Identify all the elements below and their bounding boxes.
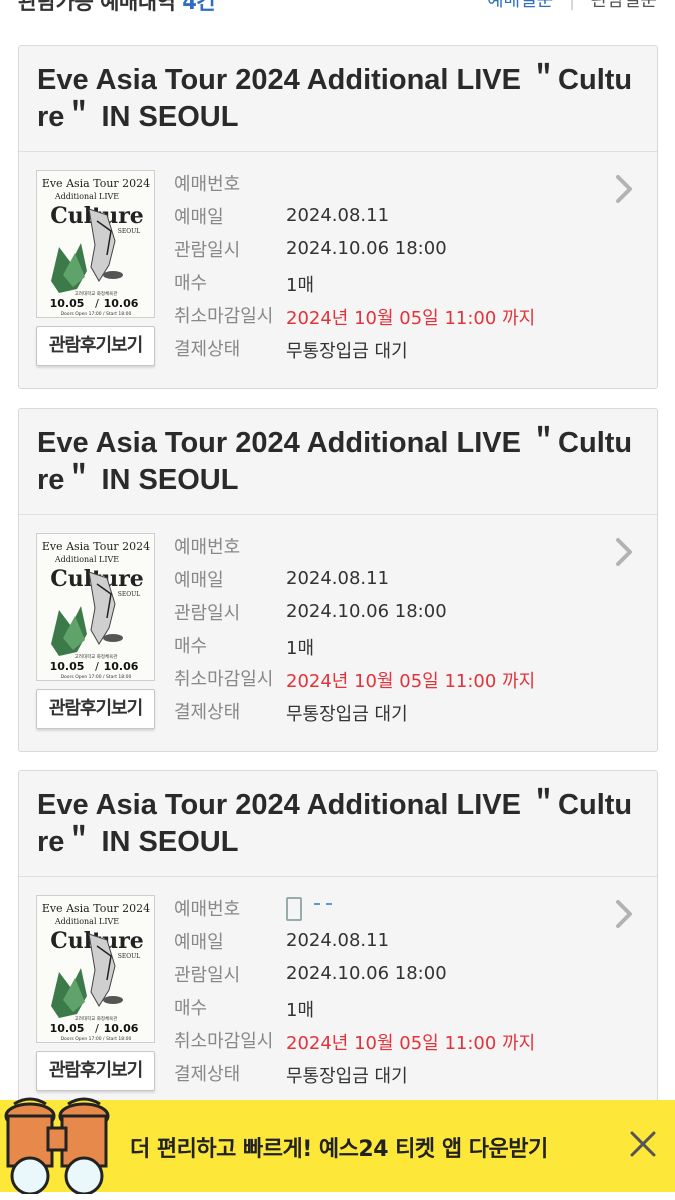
chevron-right-icon[interactable] [613, 899, 635, 929]
ticket-card-header: Eve Asia Tour 2024 Additional LIVE ＂Cult… [19, 409, 657, 515]
view-datetime-value: 2024.10.06 18:00 [286, 238, 447, 259]
poster-venue: 고려대학교 화정체육관 [75, 290, 118, 297]
poster-line1: Eve Asia Tour 2024 [42, 177, 150, 190]
payment-status-value: 무통장입금 대기 [286, 341, 408, 362]
sort-by-booking-date-link[interactable]: 예매일순 [487, 0, 553, 11]
redaction-mark [314, 903, 320, 905]
app-download-banner[interactable]: 더 편리하고 빠르게! 예스24 티켓 앱 다운받기 [0, 1097, 675, 1194]
redaction-mark [326, 903, 332, 905]
poster-doors: Doors Open 17:00 / Start 18:00 [61, 311, 132, 317]
ticket-card[interactable]: Eve Asia Tour 2024 Additional LIVE ＂Cult… [18, 408, 658, 752]
binoculars-icon [4, 1097, 110, 1194]
poster-line1: Eve Asia Tour 2024 [42, 540, 150, 553]
cancel-deadline-label: 취소마감일시 [174, 1031, 274, 1052]
close-icon[interactable] [627, 1128, 659, 1160]
page-title: 관람가능 예매내역 4건 [18, 0, 216, 16]
booking-date-label: 예매일 [174, 207, 224, 228]
quantity-label: 매수 [174, 273, 208, 294]
booking-no-label: 예매번호 [174, 174, 241, 195]
review-button[interactable]: 관람후기보기 [36, 326, 155, 366]
booking-date-value: 2024.08.11 [286, 568, 390, 589]
booking-date-value: 2024.08.11 [286, 205, 390, 226]
poster-date-2: 10.06 [104, 1022, 139, 1035]
payment-status-label: 결제상태 [174, 702, 241, 723]
quantity-value: 1매 [286, 638, 315, 659]
cancel-deadline-value: 2024년 10월 05일 11:00 까지 [286, 1033, 536, 1054]
poster-line2: Additional LIVE [54, 917, 119, 926]
poster-line4: SEOUL [118, 953, 140, 960]
ticket-card-body: Eve Asia Tour 2024 Additional LIVE Cultu… [19, 515, 657, 751]
booking-count: 4건 [182, 0, 216, 14]
poster-line4: SEOUL [118, 591, 140, 598]
booking-no-label: 예매번호 [174, 899, 241, 920]
chevron-right-icon[interactable] [613, 174, 635, 204]
cancel-deadline-label: 취소마감일시 [174, 306, 274, 327]
poster-venue: 고려대학교 화정체육관 [75, 653, 118, 660]
poster-line1: Eve Asia Tour 2024 [42, 902, 150, 915]
payment-status-label: 결제상태 [174, 1064, 241, 1085]
booking-date-value: 2024.08.11 [286, 930, 390, 951]
svg-text:/: / [95, 660, 99, 673]
svg-text:/: / [95, 297, 99, 310]
payment-status-value: 무통장입금 대기 [286, 704, 408, 725]
view-datetime-label: 관람일시 [174, 240, 241, 261]
view-datetime-value: 2024.10.06 18:00 [286, 601, 447, 622]
event-poster[interactable]: Eve Asia Tour 2024 Additional LIVE Cultu… [36, 533, 155, 681]
quantity-value: 1매 [286, 1000, 315, 1021]
ticket-title[interactable]: Eve Asia Tour 2024 Additional LIVE ＂Cult… [37, 425, 639, 499]
ticket-card-body: Eve Asia Tour 2024 Additional LIVE Cultu… [19, 152, 657, 388]
sort-links: 예매일순 | 관람일순 [487, 0, 657, 12]
ticket-title[interactable]: Eve Asia Tour 2024 Additional LIVE ＂Cult… [37, 62, 639, 136]
review-button[interactable]: 관람후기보기 [36, 1051, 155, 1091]
event-poster[interactable]: Eve Asia Tour 2024 Additional LIVE Cultu… [36, 170, 155, 318]
poster-date-1: 10.05 [50, 297, 85, 310]
ticket-card[interactable]: Eve Asia Tour 2024 Additional LIVE ＂Cult… [18, 770, 658, 1114]
poster-doors: Doors Open 17:00 / Start 18:00 [61, 674, 132, 680]
ticket-title[interactable]: Eve Asia Tour 2024 Additional LIVE ＂Cult… [37, 787, 639, 861]
ticket-card-body: Eve Asia Tour 2024 Additional LIVE Cultu… [19, 877, 657, 1113]
poster-line2: Additional LIVE [54, 555, 119, 564]
list-header: 관람가능 예매내역 4건 예매일순 | 관람일순 [0, 0, 675, 20]
chevron-right-icon[interactable] [613, 537, 635, 567]
booking-date-label: 예매일 [174, 932, 224, 953]
quantity-label: 매수 [174, 998, 208, 1019]
svg-text:/: / [95, 1022, 99, 1035]
ticket-card-header: Eve Asia Tour 2024 Additional LIVE ＂Cult… [19, 771, 657, 877]
ticket-card[interactable]: Eve Asia Tour 2024 Additional LIVE ＂Cult… [18, 45, 658, 389]
booking-date-label: 예매일 [174, 570, 224, 591]
poster-date-1: 10.05 [50, 1022, 85, 1035]
view-datetime-label: 관람일시 [174, 965, 241, 986]
poster-line4: SEOUL [118, 228, 140, 235]
cancel-deadline-value: 2024년 10월 05일 11:00 까지 [286, 308, 536, 329]
poster-doors: Doors Open 17:00 / Start 18:00 [61, 1036, 132, 1042]
banner-text[interactable]: 더 편리하고 빠르게! 예스24 티켓 앱 다운받기 [130, 1131, 548, 1163]
sort-divider: | [568, 0, 576, 11]
payment-status-label: 결제상태 [174, 339, 241, 360]
poster-line2: Additional LIVE [54, 192, 119, 201]
poster-venue: 고려대학교 화정체육관 [75, 1015, 118, 1022]
review-button[interactable]: 관람후기보기 [36, 689, 155, 729]
poster-date-1: 10.05 [50, 660, 85, 673]
quantity-value: 1매 [286, 275, 315, 296]
view-datetime-value: 2024.10.06 18:00 [286, 963, 447, 984]
page-title-text: 관람가능 예매내역 [18, 0, 176, 14]
cancel-deadline-value: 2024년 10월 05일 11:00 까지 [286, 671, 536, 692]
payment-status-value: 무통장입금 대기 [286, 1066, 408, 1087]
poster-date-2: 10.06 [104, 297, 139, 310]
event-poster[interactable]: Eve Asia Tour 2024 Additional LIVE Cultu… [36, 895, 155, 1043]
ticket-card-header: Eve Asia Tour 2024 Additional LIVE ＂Cult… [19, 46, 657, 152]
sort-by-view-date-link[interactable]: 관람일순 [591, 0, 657, 11]
view-datetime-label: 관람일시 [174, 603, 241, 624]
phone-icon [286, 897, 302, 921]
cancel-deadline-label: 취소마감일시 [174, 669, 274, 690]
poster-date-2: 10.06 [104, 660, 139, 673]
quantity-label: 매수 [174, 636, 208, 657]
booking-no-label: 예매번호 [174, 537, 241, 558]
